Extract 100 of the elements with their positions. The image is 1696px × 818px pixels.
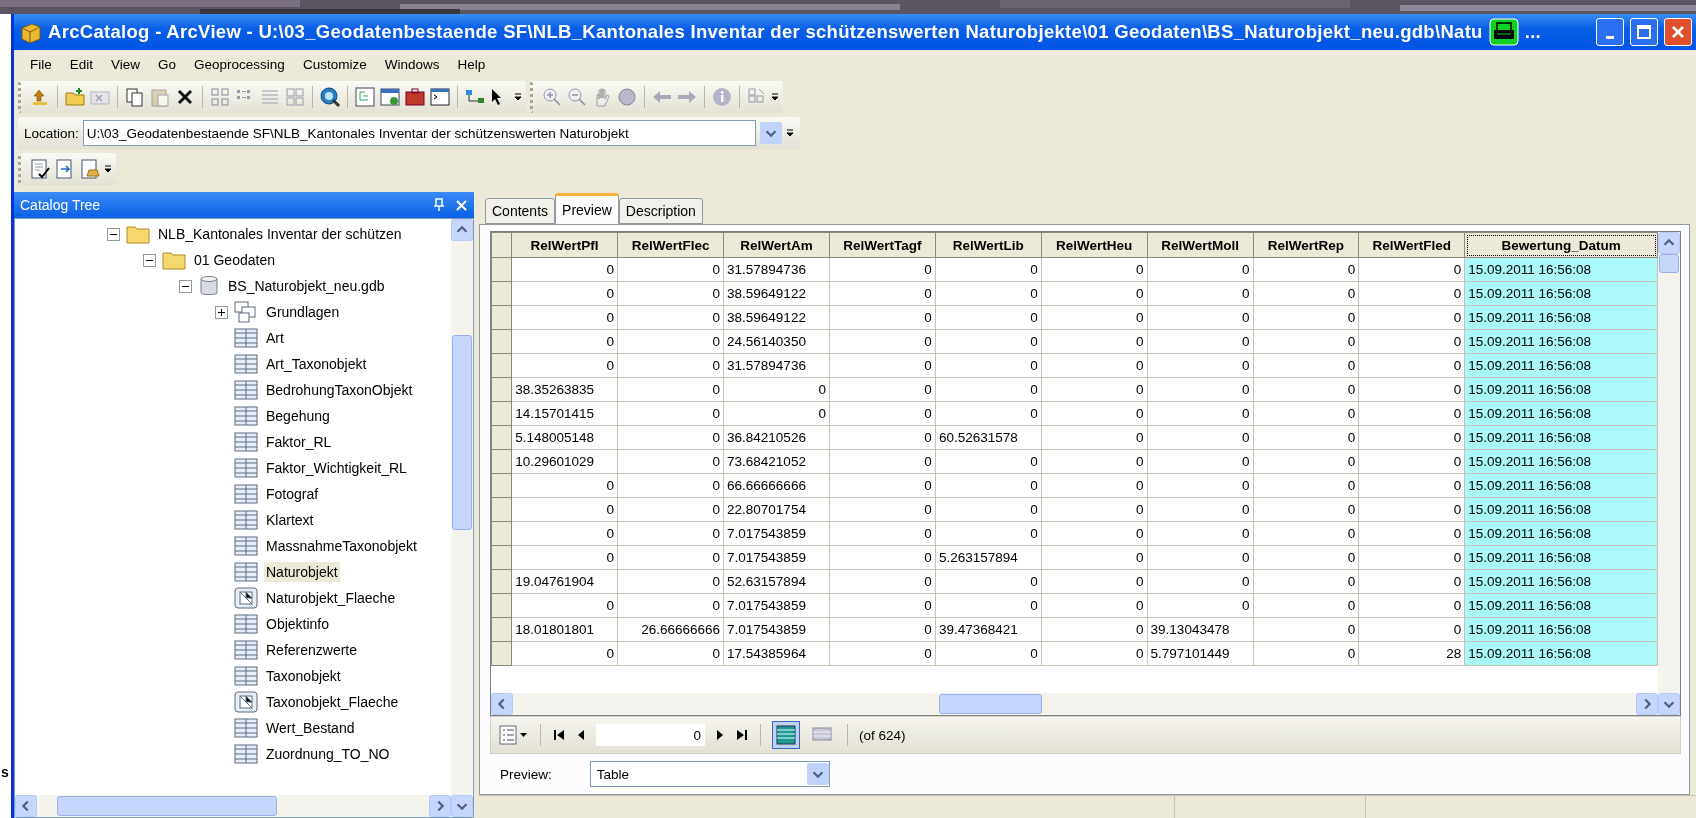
search-icon[interactable]: [319, 86, 341, 108]
tab[interactable]: Description: [618, 198, 703, 224]
menu-item[interactable]: Customize: [294, 53, 375, 75]
expand-toggle[interactable]: [215, 305, 228, 319]
scroll-thumb[interactable]: [1659, 254, 1679, 274]
horizontal-scrollbar[interactable]: [491, 693, 1658, 715]
command-window-icon[interactable]: [429, 86, 451, 108]
row-header[interactable]: [491, 353, 512, 378]
row-header[interactable]: [491, 545, 512, 570]
tree-item[interactable]: Faktor_RL: [264, 432, 334, 452]
toolbox-icon[interactable]: [404, 86, 426, 108]
last-record-icon[interactable]: [735, 728, 749, 742]
column-header[interactable]: RelWertTagf: [829, 232, 936, 258]
row-header[interactable]: [491, 232, 512, 258]
minimize-button[interactable]: [1596, 18, 1624, 46]
column-header[interactable]: Bewertung_Datum: [1464, 232, 1658, 258]
scroll-thumb[interactable]: [938, 694, 1042, 714]
row-header[interactable]: [491, 473, 512, 498]
tree-item[interactable]: BS_Naturobjekt_neu.gdb: [226, 276, 387, 296]
row-header[interactable]: [491, 257, 512, 282]
tree-item[interactable]: Art_Taxonobjekt: [264, 354, 369, 374]
tree-item[interactable]: Faktor_Wichtigkeit_RL: [264, 458, 409, 478]
preview-select[interactable]: Table: [589, 761, 830, 787]
row-header[interactable]: [491, 617, 512, 642]
large-icons-icon[interactable]: [209, 86, 231, 108]
tree-item[interactable]: 01 Geodaten: [192, 250, 277, 270]
zoom-out-icon[interactable]: [566, 86, 588, 108]
column-header[interactable]: RelWertRep: [1253, 232, 1359, 258]
pin-icon[interactable]: [433, 198, 445, 212]
toolbar-options-icon[interactable]: [514, 92, 522, 102]
column-header[interactable]: RelWertFled: [1358, 232, 1465, 258]
menu-item[interactable]: Edit: [61, 53, 102, 75]
menu-item[interactable]: Help: [449, 53, 494, 75]
row-header[interactable]: [491, 641, 512, 666]
collapse-toggle[interactable]: [179, 279, 192, 293]
toolbar-options-icon[interactable]: [104, 164, 112, 174]
column-header[interactable]: RelWertAm: [723, 232, 830, 258]
location-field[interactable]: U:\03_Geodatenbestaende SF\NLB_Kantonales Inventar der schützenswerten Naturobjekt: [82, 120, 756, 146]
row-header[interactable]: [491, 329, 512, 354]
maximize-button[interactable]: [1630, 18, 1658, 46]
row-header[interactable]: [491, 521, 512, 546]
tree-item[interactable]: Referenzwerte: [264, 640, 360, 660]
export-document-icon[interactable]: [79, 158, 101, 180]
column-header[interactable]: RelWertPfl: [511, 232, 618, 258]
record-number-field[interactable]: 0: [596, 724, 705, 746]
menu-item[interactable]: Windows: [376, 53, 448, 75]
thumbnails-icon[interactable]: [284, 86, 306, 108]
first-record-icon[interactable]: [552, 728, 566, 742]
toolbar-options-icon[interactable]: [785, 128, 794, 138]
tree-item[interactable]: Fotograf: [264, 484, 321, 504]
all-records-view-button[interactable]: [772, 721, 800, 749]
menu-item[interactable]: Go: [150, 53, 185, 75]
vertical-scrollbar[interactable]: [1658, 232, 1680, 715]
row-header[interactable]: [491, 305, 512, 330]
location-dropdown-button[interactable]: [759, 122, 782, 144]
row-header[interactable]: [491, 449, 512, 474]
tree-item[interactable]: Taxonobjekt: [264, 666, 343, 686]
column-header[interactable]: RelWertLib: [935, 232, 1042, 258]
tree-item[interactable]: Grundlagen: [264, 302, 342, 322]
tab[interactable]: Contents: [485, 198, 556, 224]
edit-document-icon[interactable]: [29, 158, 51, 180]
menu-item[interactable]: File: [22, 53, 60, 75]
vertical-scrollbar[interactable]: [451, 219, 473, 817]
column-header[interactable]: RelWertMoll: [1147, 232, 1254, 258]
row-header[interactable]: [491, 569, 512, 594]
tree-item[interactable]: Klartext: [264, 510, 316, 530]
info-icon[interactable]: [711, 86, 733, 108]
tree-item[interactable]: Zuordnung_TO_NO: [264, 744, 392, 764]
collapse-toggle[interactable]: [107, 227, 120, 241]
copy-icon[interactable]: [124, 86, 146, 108]
row-header[interactable]: [491, 497, 512, 522]
row-header[interactable]: [491, 593, 512, 618]
tree-window-icon[interactable]: [354, 86, 376, 108]
horizontal-scrollbar[interactable]: [15, 795, 451, 817]
close-button[interactable]: [1664, 18, 1692, 46]
close-icon[interactable]: [455, 198, 468, 212]
menu-item[interactable]: Geoprocessing: [186, 53, 293, 75]
tree-item[interactable]: Naturobjekt_Flaeche: [264, 588, 398, 608]
scroll-thumb[interactable]: [56, 796, 277, 816]
row-header[interactable]: [491, 281, 512, 306]
tree-item[interactable]: Taxonobjekt_Flaeche: [264, 692, 401, 712]
table-options-icon[interactable]: [499, 725, 529, 745]
column-header[interactable]: RelWertFlec: [617, 232, 724, 258]
tree-item[interactable]: Objektinfo: [264, 614, 332, 634]
new-folder-icon[interactable]: [64, 86, 86, 108]
scroll-thumb[interactable]: [452, 334, 472, 531]
tree-item[interactable]: Begehung: [264, 406, 332, 426]
zoom-in-icon[interactable]: [541, 86, 563, 108]
window-globe-icon[interactable]: [379, 86, 401, 108]
tree-item[interactable]: MassnahmeTaxonobjekt: [264, 536, 419, 556]
tree-item[interactable]: Wert_Bestand: [264, 718, 357, 738]
row-header[interactable]: [491, 377, 512, 402]
printer-icon[interactable]: [1488, 18, 1519, 46]
collapse-toggle[interactable]: [143, 253, 156, 267]
menu-item[interactable]: View: [103, 53, 149, 75]
tree-item[interactable]: BedrohungTaxonObjekt: [264, 380, 415, 400]
column-header[interactable]: RelWertHeu: [1041, 232, 1148, 258]
row-header[interactable]: [491, 425, 512, 450]
tree-item[interactable]: Naturobjekt: [264, 562, 340, 582]
row-header[interactable]: [491, 401, 512, 426]
